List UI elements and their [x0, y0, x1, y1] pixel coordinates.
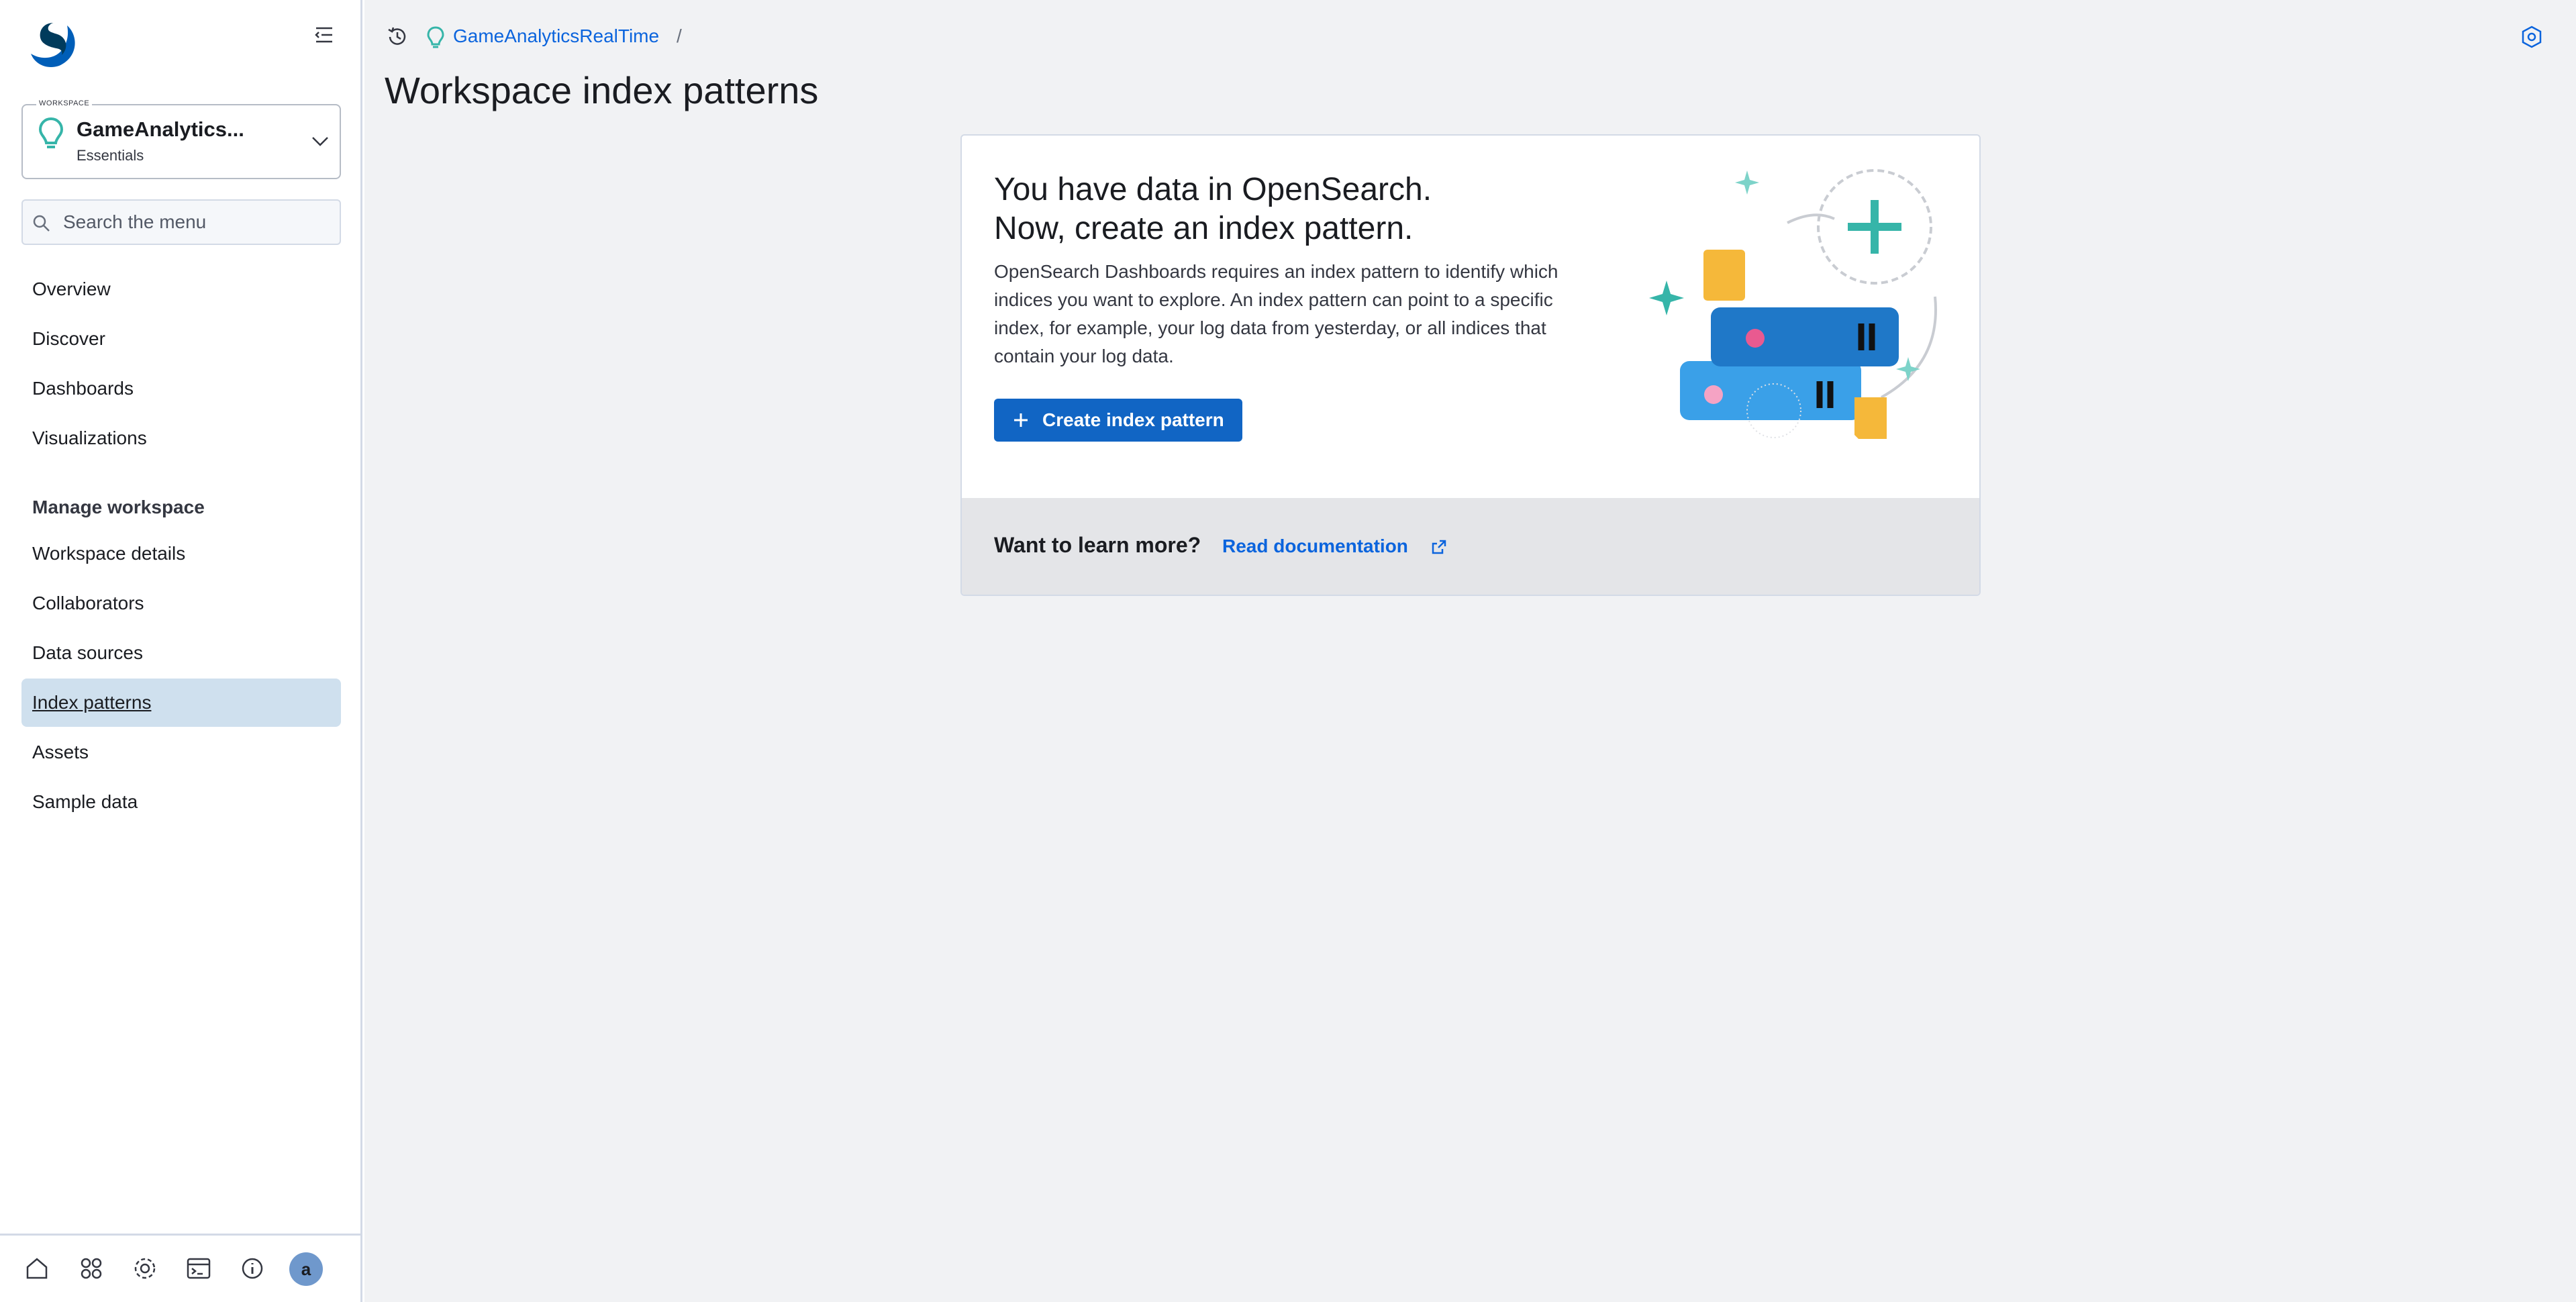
sidebar-item-label: Sample data: [32, 791, 138, 812]
breadcrumb-separator: /: [677, 26, 682, 46]
sidebar-item-label: Index patterns: [32, 692, 152, 713]
home-icon[interactable]: [23, 1255, 50, 1282]
sidebar: WORKSPACE GameAnalytics... Essentials Ov…: [0, 0, 362, 1302]
sidebar-item-label: Workspace details: [32, 543, 186, 564]
info-icon[interactable]: [239, 1255, 266, 1282]
apps-icon[interactable]: [78, 1255, 105, 1282]
create-index-pattern-label: Create index pattern: [1042, 409, 1224, 430]
sidebar-item-label: Data sources: [32, 642, 143, 663]
plus-icon: [1014, 413, 1028, 427]
sidebar-item-dashboards[interactable]: Dashboards: [21, 364, 341, 413]
workspace-tag: WORKSPACE: [36, 99, 93, 107]
sidebar-item-label: Overview: [32, 279, 111, 299]
opensearch-logo-icon[interactable]: [27, 19, 82, 71]
search-icon: [33, 215, 50, 232]
panel-title-line-2: Now, create an index pattern.: [994, 211, 1414, 246]
sidebar-item-label: Discover: [32, 328, 105, 349]
chevron-down-icon: [312, 137, 328, 146]
sidebar-item-discover[interactable]: Discover: [21, 315, 341, 363]
panel-description: OpenSearch Dashboards requires an index …: [994, 261, 1558, 366]
sidebar-item-assets[interactable]: Assets: [21, 728, 341, 777]
user-avatar[interactable]: a: [289, 1252, 323, 1286]
lightbulb-icon: [427, 26, 444, 48]
index-pattern-illustration: [1649, 169, 1937, 439]
settings-icon[interactable]: [132, 1255, 158, 1282]
help-icon[interactable]: [2519, 24, 2544, 50]
sidebar-item-label: Collaborators: [32, 593, 144, 613]
external-link-icon[interactable]: [1430, 538, 1448, 556]
panel-title-line-1: You have data in OpenSearch.: [994, 172, 1432, 207]
sidebar-item-label: Visualizations: [32, 428, 147, 448]
history-icon[interactable]: [385, 24, 410, 50]
manage-workspace-heading: Manage workspace: [32, 497, 205, 517]
page-title: Workspace index patterns: [385, 69, 819, 111]
empty-state-panel: You have data in OpenSearch. Now, create…: [960, 134, 1981, 596]
sidebar-item-label: Assets: [32, 742, 89, 762]
read-documentation-link[interactable]: Read documentation: [1222, 536, 1408, 557]
sidebar-item-visualizations[interactable]: Visualizations: [21, 414, 341, 462]
workspace-name: GameAnalytics...: [77, 117, 244, 141]
sidebar-item-label: Dashboards: [32, 378, 134, 399]
workspace-selector[interactable]: WORKSPACE GameAnalytics... Essentials: [21, 99, 341, 179]
learn-more-heading: Want to learn more?: [994, 533, 1201, 557]
workspace-subtitle: Essentials: [77, 147, 144, 164]
main-content: GameAnalyticsRealTime / Workspace index …: [364, 0, 2576, 1302]
sidebar-item-sample-data[interactable]: Sample data: [21, 778, 341, 826]
breadcrumb-workspace-link[interactable]: GameAnalyticsRealTime: [453, 26, 659, 47]
sidebar-item-collaborators[interactable]: Collaborators: [21, 579, 341, 628]
collapse-sidebar-icon[interactable]: [312, 23, 336, 47]
menu-search[interactable]: [21, 199, 341, 245]
panel-footer: Want to learn more? Read documentation: [962, 498, 1979, 595]
console-icon[interactable]: [185, 1255, 212, 1282]
sidebar-item-overview[interactable]: Overview: [21, 265, 341, 313]
sidebar-footer-divider: [0, 1234, 362, 1236]
panel-title: You have data in OpenSearch. Now, create…: [994, 170, 1598, 248]
menu-search-input[interactable]: [63, 201, 332, 244]
sidebar-item-workspace-details[interactable]: Workspace details: [21, 530, 341, 578]
lightbulb-icon: [38, 117, 64, 148]
create-index-pattern-button[interactable]: Create index pattern: [994, 399, 1242, 442]
sidebar-item-data-sources[interactable]: Data sources: [21, 629, 341, 677]
sidebar-item-index-patterns[interactable]: Index patterns: [21, 679, 341, 727]
